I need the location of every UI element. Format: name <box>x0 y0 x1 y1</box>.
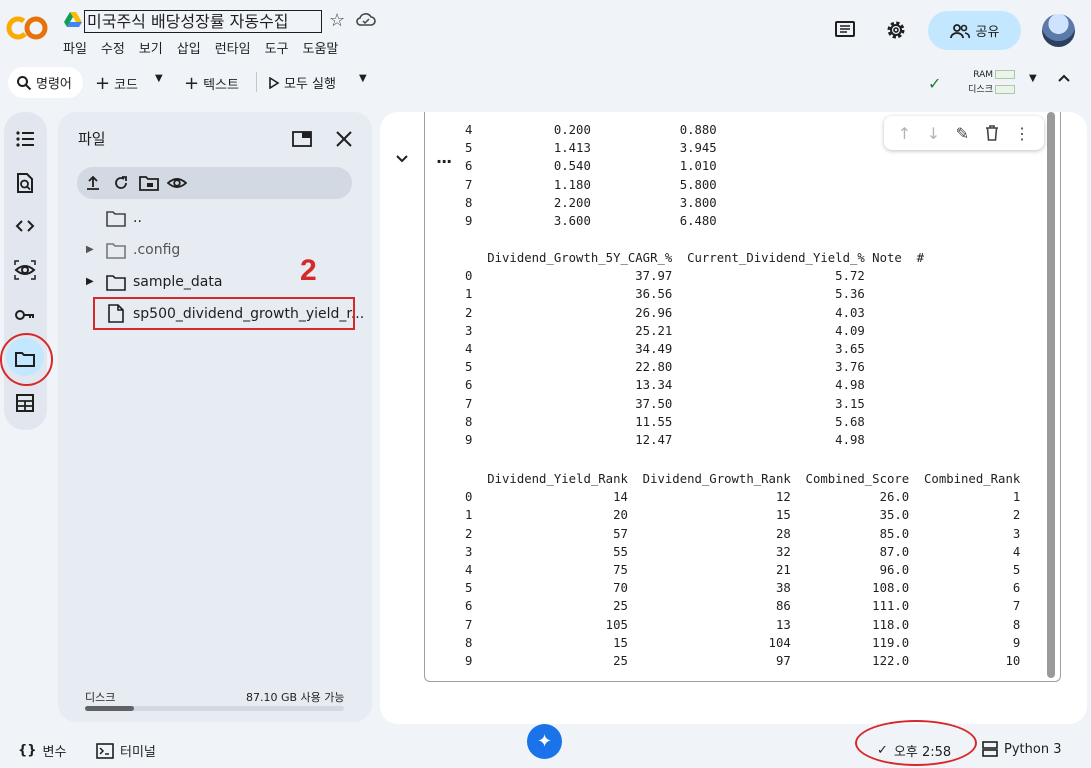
share-label: 공유 <box>975 25 1000 40</box>
comments-icon[interactable] <box>833 18 857 42</box>
collapse-output-chevron-icon[interactable] <box>395 154 409 164</box>
upload-icon[interactable] <box>85 175 101 191</box>
run-all-label: 모두 실행 <box>284 77 336 92</box>
mount-drive-icon[interactable] <box>139 174 159 191</box>
plus-icon: + <box>184 73 200 94</box>
menu-file[interactable]: 파일 <box>63 38 87 57</box>
expand-caret-icon[interactable]: ▶ <box>86 276 94 287</box>
disk-usage-label: 디스크 <box>85 691 116 704</box>
output-table-partial: 4 0.200 0.880 5 1.413 3.945 6 0.540 1.01… <box>465 123 717 229</box>
menu-edit[interactable]: 수정 <box>101 38 125 57</box>
data-table-icon[interactable] <box>14 392 36 414</box>
ram-bar <box>995 70 1015 79</box>
table-of-contents-icon[interactable] <box>14 128 36 150</box>
add-code-label: 코드 <box>114 78 139 93</box>
disk-bar <box>995 85 1015 94</box>
server-icon <box>982 741 998 757</box>
cell-toolbar: ↑ ↓ ✎ ⋮ <box>884 116 1044 150</box>
expand-caret-icon[interactable]: ▶ <box>86 244 94 255</box>
refresh-icon[interactable] <box>113 175 129 191</box>
disk-free-text: 87.10 GB 사용 가능 <box>246 691 345 704</box>
terminal-icon <box>96 742 114 759</box>
folder-icon <box>106 242 126 259</box>
annotation-number-2: 2 <box>300 254 317 287</box>
delete-icon[interactable] <box>985 125 999 141</box>
output-table-rank: Dividend_Yield_Rank Dividend_Growth_Rank… <box>465 472 1021 669</box>
annotation-oval <box>855 720 977 766</box>
add-text-button[interactable]: + 텍스트 <box>184 73 239 94</box>
search-icon <box>16 75 32 91</box>
annotation-circle-1 <box>0 333 53 386</box>
chevron-down-icon[interactable]: ▼ <box>155 73 163 84</box>
disk-usage-fill <box>85 706 134 711</box>
braces-icon: {} <box>18 743 37 758</box>
play-icon <box>268 76 280 89</box>
files-panel-title: 파일 <box>78 130 106 148</box>
variable-inspector-icon[interactable] <box>14 259 36 281</box>
command-palette-button[interactable]: 명령어 <box>8 67 83 98</box>
resource-meter[interactable]: RAM 디스크 <box>955 68 1015 98</box>
menu-bar: 파일 수정 보기 삽입 런타임 도구 도움말 <box>63 38 352 57</box>
run-all-button[interactable]: 모두 실행 <box>268 73 336 92</box>
menu-tools[interactable]: 도구 <box>265 38 289 57</box>
gemini-sparkle-icon[interactable]: ✦ <box>527 724 562 759</box>
terminal-button[interactable]: 터미널 <box>96 741 156 760</box>
star-icon[interactable]: ☆ <box>329 10 345 31</box>
settings-gear-icon[interactable] <box>884 18 908 42</box>
connected-check-icon: ✓ <box>928 74 942 93</box>
runtime-button[interactable]: Python 3 <box>982 741 1061 757</box>
file-tree-item-parent[interactable]: .. <box>133 210 142 226</box>
find-replace-icon[interactable] <box>14 172 36 194</box>
close-icon[interactable] <box>335 130 353 148</box>
plus-icon: + <box>95 73 111 94</box>
secrets-key-icon[interactable] <box>14 304 36 326</box>
cloud-save-icon[interactable] <box>356 12 376 28</box>
edit-magic-icon[interactable]: ✎ <box>956 124 969 143</box>
output-table-yield: Dividend_Growth_5Y_CAGR_% Current_Divide… <box>465 251 925 448</box>
variables-button[interactable]: {} 변수 <box>18 741 66 760</box>
collapse-header-icon[interactable] <box>1057 73 1071 83</box>
chevron-down-icon[interactable]: ▼ <box>1029 73 1037 84</box>
notebook-title-input[interactable]: 미국주식 배당성장률 자동수집 <box>84 10 322 33</box>
runtime-label: Python 3 <box>1004 741 1062 757</box>
move-up-icon[interactable]: ↑ <box>898 124 911 143</box>
add-code-button[interactable]: + 코드 <box>95 73 138 94</box>
avatar[interactable] <box>1042 14 1075 47</box>
more-vert-icon[interactable]: ⋮ <box>1014 124 1030 143</box>
menu-insert[interactable]: 삽입 <box>177 38 201 57</box>
files-panel <box>58 112 372 722</box>
output-scrollbar[interactable] <box>1047 112 1055 678</box>
folder-icon <box>106 274 126 291</box>
move-down-icon[interactable]: ↓ <box>927 124 940 143</box>
file-tree-item-config[interactable]: .config <box>133 242 180 258</box>
command-label: 명령어 <box>36 77 72 92</box>
open-in-tab-icon[interactable] <box>292 130 312 148</box>
menu-runtime[interactable]: 런타임 <box>215 38 251 57</box>
code-snippets-icon[interactable] <box>14 215 36 237</box>
terminal-label: 터미널 <box>120 745 156 760</box>
people-icon <box>949 23 970 39</box>
menu-view[interactable]: 보기 <box>139 38 163 57</box>
file-tree-item-sample-data[interactable]: sample_data <box>133 274 222 290</box>
menu-help[interactable]: 도움말 <box>303 38 339 57</box>
variables-label: 변수 <box>42 745 67 760</box>
disk-label: 디스크 <box>968 85 993 95</box>
share-button[interactable]: 공유 <box>928 11 1021 50</box>
annotation-highlight-box <box>93 297 355 330</box>
colab-logo[interactable] <box>6 14 48 42</box>
toolbar-divider <box>256 72 257 92</box>
ram-label: RAM <box>973 70 993 80</box>
drive-icon[interactable] <box>64 12 82 28</box>
add-text-label: 텍스트 <box>203 78 239 93</box>
show-hidden-eye-icon[interactable] <box>167 176 187 190</box>
folder-icon <box>106 210 126 227</box>
chevron-down-icon[interactable]: ▼ <box>359 73 367 84</box>
